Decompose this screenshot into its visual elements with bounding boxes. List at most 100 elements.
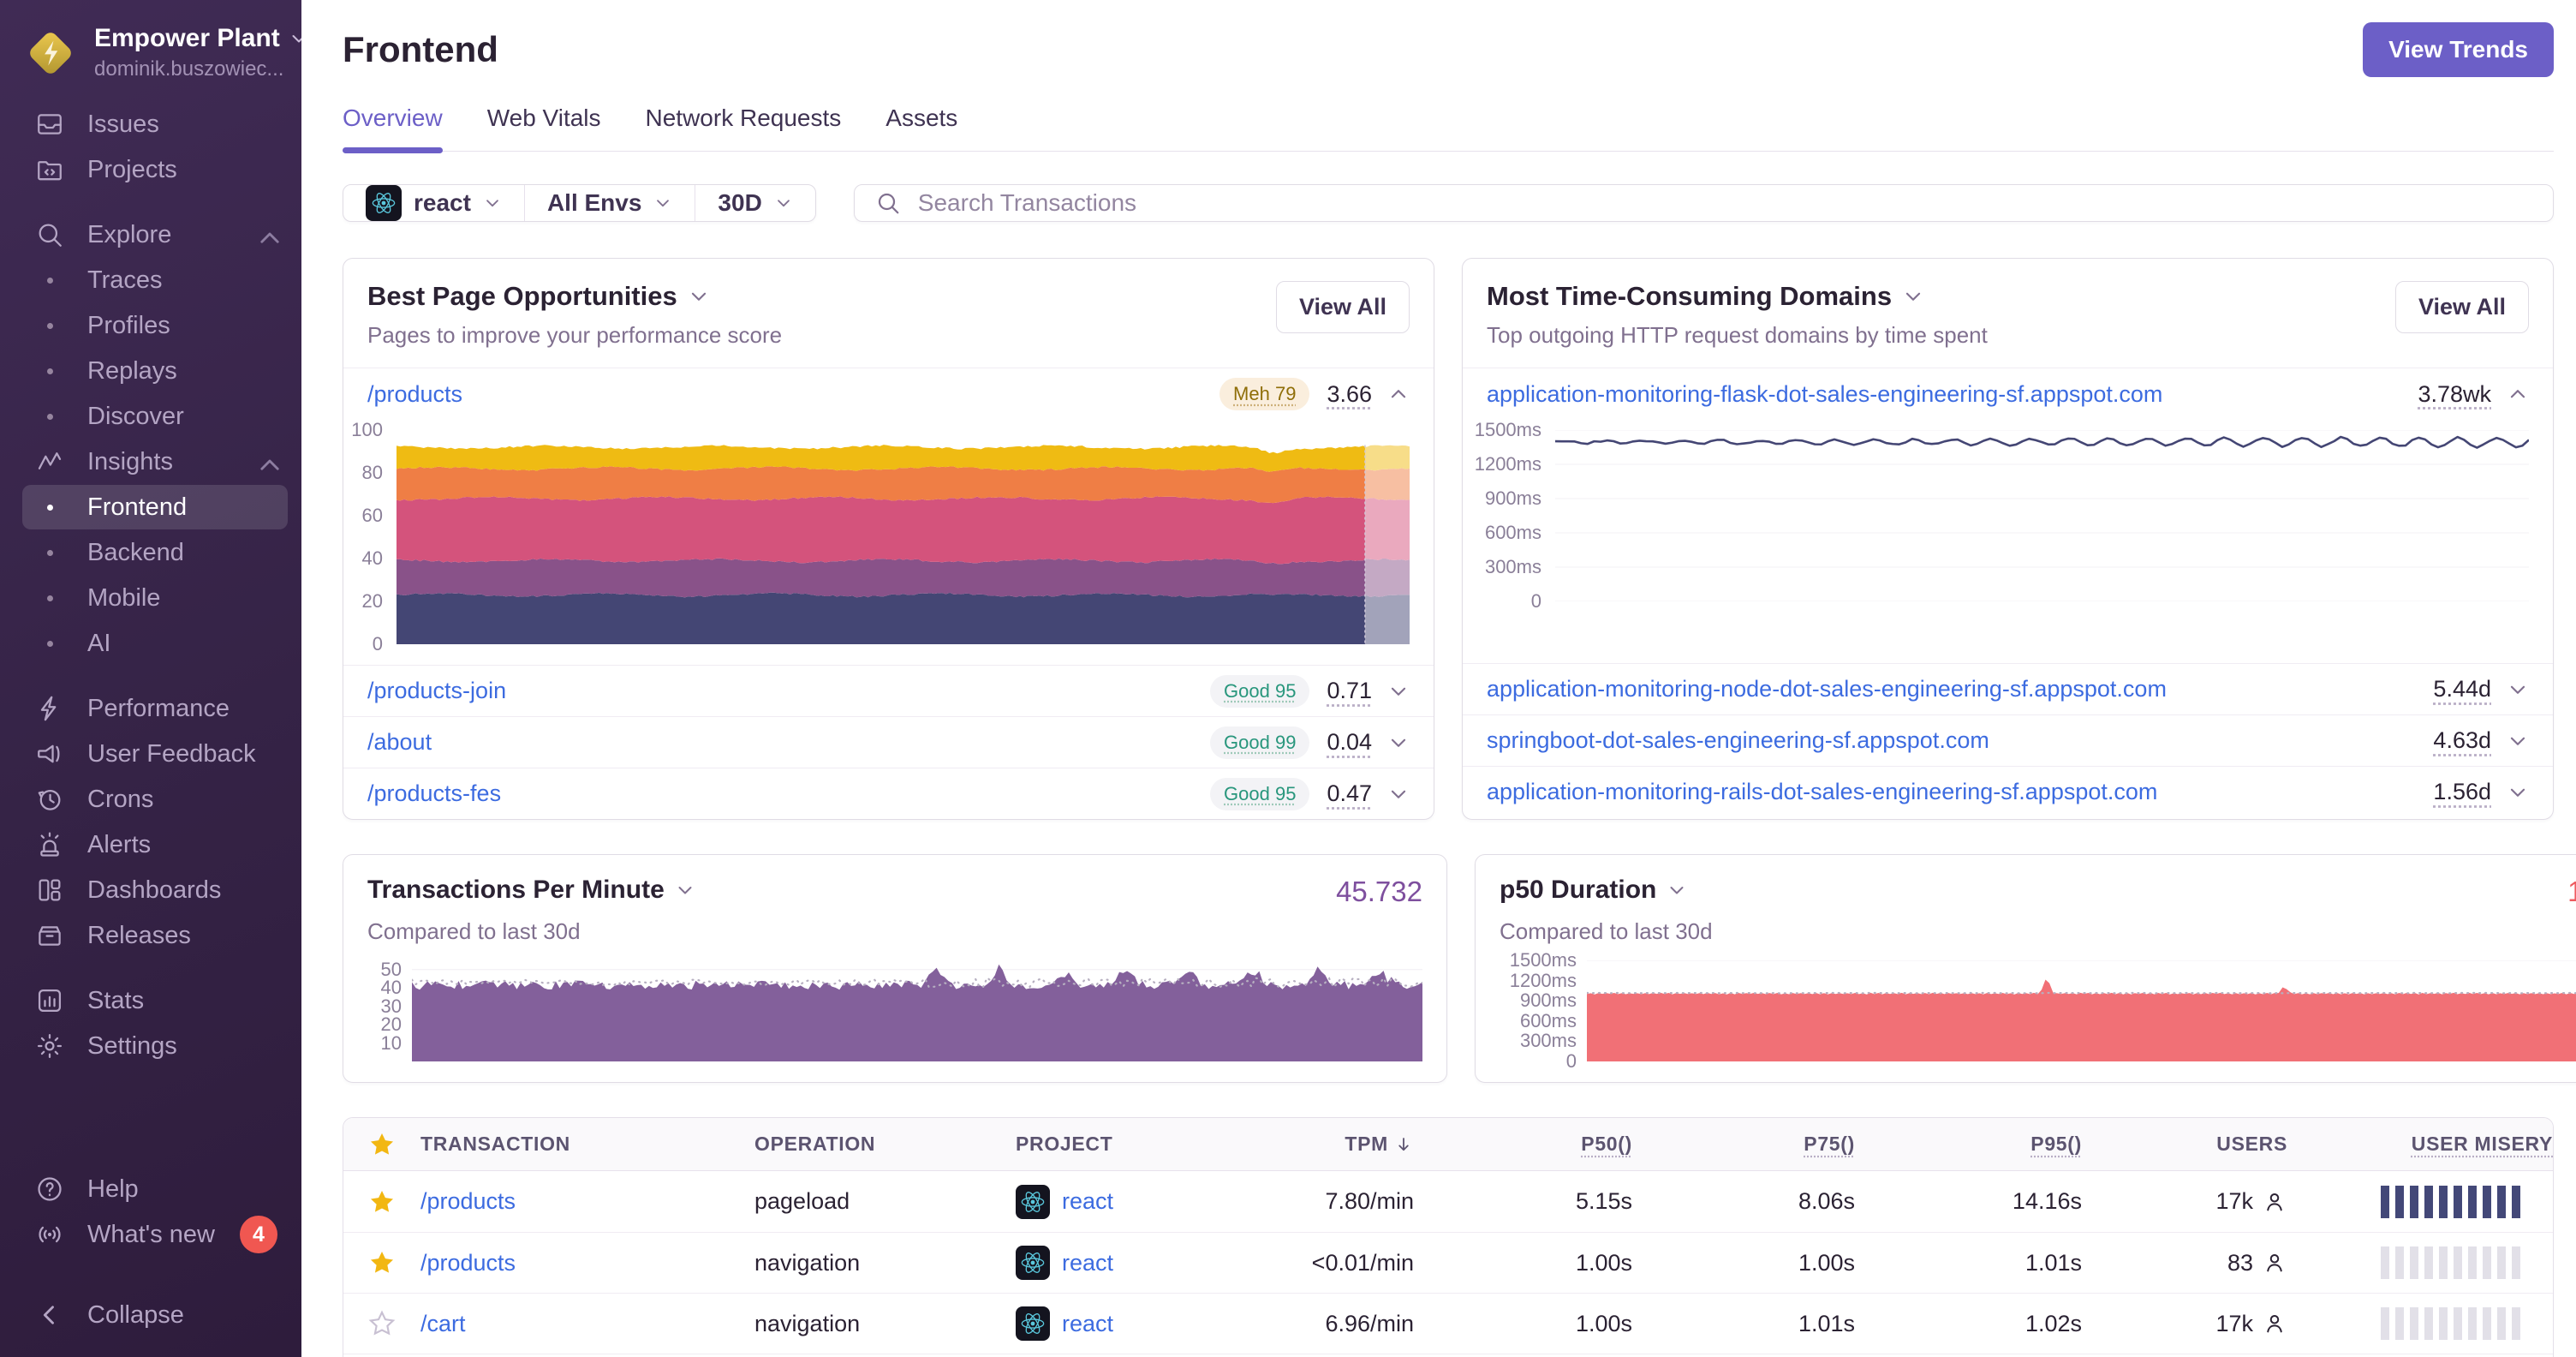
view-trends-button[interactable]: View Trends: [2363, 22, 2554, 77]
view-all-opportunities-button[interactable]: View All: [1275, 281, 1410, 333]
score-badge: Good 95: [1210, 674, 1310, 708]
sidebar-item-user-feedback[interactable]: User Feedback: [22, 732, 288, 776]
star-toggle[interactable]: [343, 1248, 420, 1277]
project-cell[interactable]: react: [1016, 1306, 1238, 1341]
sidebar-item-label: Alerts: [87, 830, 152, 858]
project-cell[interactable]: react: [1016, 1184, 1238, 1219]
opportunity-row[interactable]: /about Good 99 0.04: [343, 716, 1434, 768]
opportunity-row[interactable]: /products-fes Good 95 0.47: [343, 768, 1434, 819]
search-input[interactable]: [915, 188, 2532, 218]
domain-row[interactable]: springboot-dot-sales-engineering-sf.apps…: [1463, 714, 2553, 766]
sidebar-item-help[interactable]: Help: [22, 1167, 288, 1211]
project-filter[interactable]: react: [343, 185, 524, 221]
bullet-icon: [34, 628, 65, 659]
users-cell: 17k: [2082, 1311, 2287, 1337]
opportunity-row-link[interactable]: /products-join: [367, 678, 1210, 704]
user-misery-bar: [2381, 1307, 2520, 1340]
sidebar-item-backend[interactable]: Backend: [22, 530, 288, 575]
star-filled-icon: [370, 1251, 394, 1273]
star-column-header[interactable]: [343, 1130, 420, 1159]
table-row[interactable]: /checkoutnavigationreact6.24/min1.01s1.0…: [343, 1354, 2553, 1357]
domain-row[interactable]: application-monitoring-rails-dot-sales-e…: [1463, 766, 2553, 817]
opportunity-row-link[interactable]: /about: [367, 729, 1210, 756]
column-header-p50[interactable]: P50(): [1414, 1133, 1632, 1156]
domain-row-link[interactable]: application-monitoring-rails-dot-sales-e…: [1487, 779, 2433, 805]
sidebar-item-what-s-new[interactable]: What's new 4: [22, 1212, 288, 1257]
table-row[interactable]: /cart navigation react 6.96/min 1.00s 1.01s 1.…: [343, 1293, 2553, 1354]
table-row[interactable]: /products navigation react <0.01/min 1.00s 1.…: [343, 1232, 2553, 1293]
view-all-domains-button[interactable]: View All: [2394, 281, 2529, 333]
column-header-project[interactable]: PROJECT: [1016, 1133, 1238, 1156]
column-header-users[interactable]: USERS: [2082, 1133, 2287, 1156]
column-header-tpm[interactable]: TPM: [1238, 1133, 1414, 1156]
opportunity-row-link[interactable]: /products-fes: [367, 780, 1210, 807]
domain-row-link[interactable]: springboot-dot-sales-engineering-sf.apps…: [1487, 727, 2433, 754]
sidebar-item-discover[interactable]: Discover: [22, 394, 288, 439]
releases-icon: [39, 926, 61, 946]
metric-card-p50-duration: p50 Duration 1s Compared to last 30d 150…: [1475, 854, 2576, 1083]
domain-row[interactable]: application-monitoring-flask-dot-sales-e…: [1463, 368, 2553, 420]
column-header-p75[interactable]: P75(): [1632, 1133, 1855, 1156]
sidebar-item-dashboards[interactable]: Dashboards: [22, 868, 288, 912]
sidebar-item-traces[interactable]: Traces: [22, 258, 288, 302]
project-cell[interactable]: react: [1016, 1246, 1238, 1280]
insights-icon: [34, 446, 65, 477]
environment-filter[interactable]: All Envs: [523, 185, 695, 221]
sidebar-item-profiles[interactable]: Profiles: [22, 303, 288, 348]
sidebar-item-insights[interactable]: Insights: [22, 439, 288, 484]
sidebar-item-settings[interactable]: Settings: [22, 1024, 288, 1068]
column-header-transaction[interactable]: TRANSACTION: [420, 1133, 754, 1156]
opportunity-row[interactable]: /products-join Good 95 0.71: [343, 665, 1434, 716]
metric-title[interactable]: Transactions Per Minute: [367, 876, 695, 905]
sidebar-item-alerts[interactable]: Alerts: [22, 822, 288, 867]
sort-descending-icon: [1398, 1137, 1409, 1151]
panel-title[interactable]: Most Time-Consuming Domains: [1487, 281, 1988, 312]
column-header-user-misery[interactable]: USER MISERY: [2287, 1133, 2553, 1156]
sidebar-item-performance[interactable]: Performance: [22, 686, 288, 731]
domain-row-link[interactable]: application-monitoring-node-dot-sales-en…: [1487, 676, 2433, 702]
star-toggle[interactable]: [343, 1309, 420, 1338]
tab-bar: Overview Web Vitals Network Requests Assets: [343, 105, 2554, 153]
sidebar-collapse-button[interactable]: Collapse: [22, 1293, 288, 1337]
domain-row-link[interactable]: application-monitoring-flask-dot-sales-e…: [1487, 381, 2418, 408]
table-row[interactable]: /products pageload react 7.80/min 5.15s 8.06s…: [343, 1171, 2553, 1232]
tab-overview[interactable]: Overview: [343, 105, 443, 153]
tab-network-requests[interactable]: Network Requests: [646, 105, 842, 151]
best-page-opportunities-panel: Best Page Opportunities Pages to improve…: [343, 258, 1434, 820]
tpm-cell: 6.96/min: [1325, 1310, 1414, 1336]
org-user: dominik.buszowiec...: [94, 57, 284, 81]
user-icon: [2267, 1193, 2282, 1211]
chevron-down-icon: [2510, 788, 2525, 797]
panel-title[interactable]: Best Page Opportunities: [367, 281, 782, 312]
sidebar-item-ai[interactable]: AI: [22, 621, 288, 666]
issues-icon: [38, 114, 62, 135]
sidebar-item-replays[interactable]: Replays: [22, 349, 288, 393]
sidebar-item-issues[interactable]: Issues: [22, 102, 288, 146]
sidebar-item-explore[interactable]: Explore: [22, 212, 288, 257]
opportunity-row[interactable]: /products Meh 79 3.66: [343, 368, 1434, 420]
sidebar-item-projects[interactable]: Projects: [22, 147, 288, 192]
metric-subtitle: Compared to last 30d: [1500, 918, 1713, 944]
chevron-down-icon: [1905, 292, 1921, 301]
date-range-filter-value: 30D: [718, 189, 762, 216]
sidebar-item-crons[interactable]: Crons: [22, 777, 288, 822]
sidebar-item-mobile[interactable]: Mobile: [22, 576, 288, 620]
sidebar-item-releases[interactable]: Releases: [22, 913, 288, 958]
star-toggle[interactable]: [343, 1187, 420, 1217]
insights-icon: [38, 452, 62, 469]
domain-row[interactable]: application-monitoring-node-dot-sales-en…: [1463, 663, 2553, 714]
column-header-operation[interactable]: OPERATION: [754, 1133, 1016, 1156]
sidebar-item-stats[interactable]: Stats: [22, 978, 288, 1023]
transaction-link[interactable]: /cart: [420, 1311, 466, 1336]
transaction-link[interactable]: /products: [420, 1250, 516, 1276]
metric-title[interactable]: p50 Duration: [1500, 876, 1687, 905]
date-range-filter[interactable]: 30D: [695, 185, 814, 221]
tab-web-vitals[interactable]: Web Vitals: [487, 105, 601, 151]
opportunity-row-link[interactable]: /products: [367, 381, 1219, 408]
org-switcher[interactable]: Empower Plant dominik.buszowiec...: [0, 0, 301, 99]
opportunity-row-value: 3.66: [1327, 380, 1372, 407]
tab-assets[interactable]: Assets: [886, 105, 957, 151]
transaction-link[interactable]: /products: [420, 1188, 516, 1214]
sidebar-item-frontend[interactable]: Frontend: [22, 485, 288, 529]
column-header-p95[interactable]: P95(): [1855, 1133, 2082, 1156]
